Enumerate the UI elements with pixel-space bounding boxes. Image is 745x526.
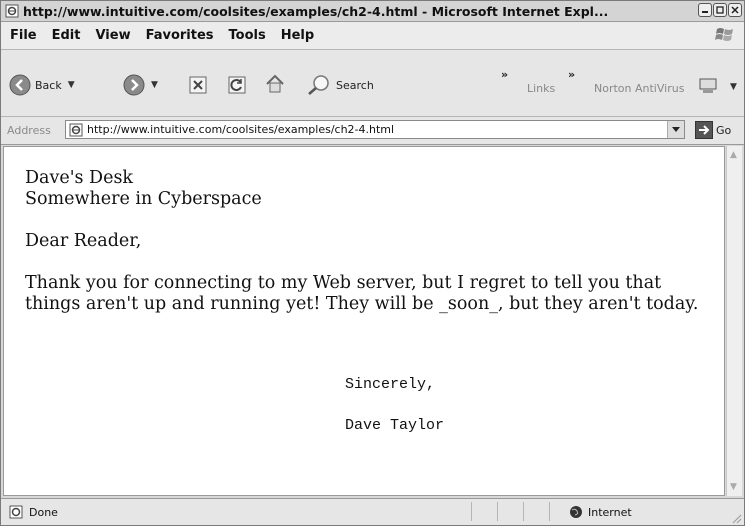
address-bar: Address http://www.intuitive.com/coolsit… (1, 117, 744, 145)
close-button[interactable] (728, 3, 742, 17)
menu-bar: File Edit View Favorites Tools Help (1, 22, 744, 50)
page-done-icon (9, 505, 23, 519)
search-label: Search (336, 78, 374, 92)
standard-toolbar: Back ▼ ▼ Search » Links » Norton AntiVir… (1, 50, 744, 117)
back-button[interactable]: Back ▼ (9, 74, 75, 96)
menu-help[interactable]: Help (275, 28, 320, 43)
status-pane-divider (549, 502, 550, 521)
refresh-button[interactable] (227, 75, 247, 95)
status-text: Done (29, 506, 58, 519)
title-bar: http://www.intuitive.com/coolsites/examp… (1, 1, 744, 22)
window-title: http://www.intuitive.com/coolsites/examp… (23, 3, 609, 19)
forward-arrow-icon (123, 74, 145, 96)
page-content: Dave's Desk Somewhere in Cyberspace Dear… (3, 146, 725, 496)
norton-antivirus-icon[interactable] (699, 78, 717, 94)
search-button[interactable]: Search (306, 74, 374, 96)
home-button[interactable] (264, 73, 286, 95)
go-arrow-icon (695, 121, 713, 139)
search-icon (308, 75, 329, 95)
address-url: http://www.intuitive.com/coolsites/examp… (87, 123, 395, 136)
norton-dropdown-icon[interactable]: ▼ (730, 82, 737, 92)
body-paragraph: Thank you for connecting to my Web serve… (25, 273, 699, 314)
status-bar: Done Internet (1, 498, 744, 525)
scroll-up-icon[interactable]: ▲ (730, 150, 737, 160)
links-overflow-chevron[interactable]: » (568, 68, 575, 81)
back-arrow-icon (9, 74, 31, 96)
address-input[interactable]: http://www.intuitive.com/coolsites/examp… (65, 120, 685, 139)
vertical-scrollbar[interactable]: ▲ ▼ (726, 146, 742, 496)
forward-dropdown-icon[interactable]: ▼ (151, 80, 158, 90)
links-label[interactable]: Links (527, 82, 555, 95)
ie-page-icon (5, 4, 19, 18)
greeting: Dear Reader, (25, 231, 142, 251)
menu-view[interactable]: View (89, 28, 136, 43)
minimize-icon (702, 11, 708, 13)
menu-favorites[interactable]: Favorites (140, 28, 220, 43)
toolbar-overflow-chevron[interactable]: » (501, 68, 508, 81)
go-label: Go (716, 123, 732, 137)
signature: Dave Taylor (345, 417, 445, 434)
back-dropdown-icon[interactable]: ▼ (68, 80, 75, 90)
status-pane-divider (497, 502, 498, 521)
home-icon (266, 74, 284, 93)
stop-button[interactable] (188, 75, 208, 95)
browser-window: http://www.intuitive.com/coolsites/examp… (0, 0, 745, 526)
address-dropdown-button[interactable] (667, 121, 684, 138)
close-icon (731, 6, 739, 14)
status-pane-divider (471, 502, 472, 521)
heading-line-2: Somewhere in Cyberspace (25, 189, 262, 209)
menu-edit[interactable]: Edit (46, 28, 87, 43)
minimize-button[interactable] (698, 3, 712, 17)
security-zone: Internet (569, 505, 632, 519)
page-icon (69, 123, 83, 136)
forward-button[interactable]: ▼ (123, 74, 158, 96)
menu-tools[interactable]: Tools (223, 28, 272, 43)
globe-icon (570, 506, 582, 518)
maximize-button[interactable] (713, 3, 727, 17)
norton-antivirus-label[interactable]: Norton AntiVirus (594, 82, 684, 95)
refresh-icon (228, 76, 246, 94)
closing: Sincerely, (345, 376, 436, 393)
scroll-down-icon[interactable]: ▼ (730, 482, 737, 492)
stop-icon (189, 76, 207, 94)
go-button[interactable]: Go (695, 121, 731, 139)
menu-file[interactable]: File (4, 28, 43, 43)
back-label: Back (35, 78, 62, 92)
address-label: Address (7, 124, 51, 137)
maximize-icon (716, 6, 724, 14)
windows-logo-icon (715, 28, 733, 41)
chevron-down-icon (672, 126, 680, 132)
status-pane-divider (523, 502, 524, 521)
zone-label: Internet (588, 505, 632, 519)
resize-grip-icon[interactable] (730, 512, 742, 524)
heading-line-1: Dave's Desk (25, 168, 134, 188)
